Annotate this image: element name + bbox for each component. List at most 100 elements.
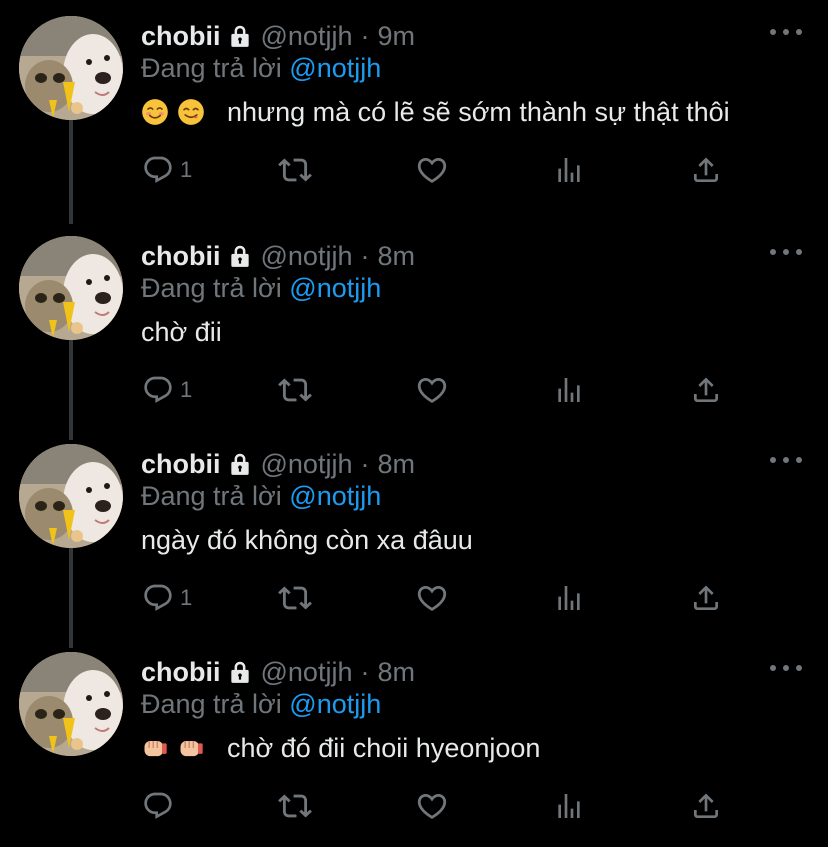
user-handle[interactable]: @notjjh (261, 654, 353, 690)
like-button[interactable] (415, 578, 449, 618)
share-icon (690, 582, 722, 614)
user-handle[interactable]: @notjjh (261, 446, 353, 482)
share-icon (690, 154, 722, 186)
yum-face-emoji (177, 98, 205, 126)
separator-dot: · (360, 241, 370, 271)
reply-count: 1 (180, 377, 193, 402)
replying-to-label: Đang trả lời (141, 481, 282, 511)
display-name[interactable]: chobii (141, 18, 221, 54)
tweet-text: chờ đó đii choii hyeonjoon (141, 728, 540, 768)
tweet-text: nhưng mà có lẽ sẽ sớm thành sự thật thôi (141, 92, 730, 132)
share-button[interactable] (690, 150, 722, 190)
lock-icon (227, 23, 253, 49)
analytics-icon (553, 374, 585, 406)
share-button[interactable] (690, 370, 722, 410)
tweet[interactable]: chobii @notjjh · 8m Đang trả lời @notjjh… (0, 636, 828, 844)
avatar[interactable] (19, 652, 123, 756)
like-button[interactable] (415, 786, 449, 826)
share-button[interactable] (690, 578, 722, 618)
fist-bump-emoji (141, 734, 169, 762)
analytics-icon (553, 790, 585, 822)
replying-to: Đang trả lời @notjjh (141, 478, 381, 514)
heart-icon (415, 153, 449, 187)
retweet-button[interactable] (278, 150, 312, 190)
more-icon[interactable] (770, 658, 802, 678)
reply-button[interactable]: 1 (142, 370, 192, 410)
heart-icon (415, 373, 449, 407)
mention-link[interactable]: @notjjh (289, 53, 381, 83)
separator-dot: · (360, 21, 370, 51)
smiling-face-emoji (141, 98, 169, 126)
display-name[interactable]: chobii (141, 654, 221, 690)
replying-to: Đang trả lời @notjjh (141, 270, 381, 306)
fist-bump-emoji (177, 734, 205, 762)
analytics-icon (553, 582, 585, 614)
replying-to: Đang trả lời @notjjh (141, 686, 381, 722)
retweet-button[interactable] (278, 578, 312, 618)
avatar[interactable] (19, 444, 123, 548)
reply-icon (142, 582, 174, 614)
heart-icon (415, 789, 449, 823)
tweet-text-content: nhưng mà có lẽ sẽ sớm thành sự thật thôi (227, 97, 730, 127)
like-button[interactable] (415, 150, 449, 190)
more-icon[interactable] (770, 242, 802, 262)
analytics-button[interactable] (553, 786, 585, 826)
display-name[interactable]: chobii (141, 446, 221, 482)
mention-link[interactable]: @notjjh (289, 689, 381, 719)
user-handle[interactable]: @notjjh (261, 18, 353, 54)
tweet[interactable]: chobii @notjjh · 9m Đang trả lời @notjjh… (0, 0, 828, 208)
analytics-button[interactable] (553, 578, 585, 618)
retweet-icon (278, 373, 312, 407)
retweet-icon (278, 789, 312, 823)
reply-icon (142, 790, 174, 822)
reply-icon (142, 154, 174, 186)
avatar[interactable] (19, 16, 123, 120)
reply-button[interactable]: 1 (142, 578, 192, 618)
replying-to-label: Đang trả lời (141, 273, 282, 303)
share-icon (690, 790, 722, 822)
action-bar: 1 (0, 150, 828, 190)
lock-icon (227, 243, 253, 269)
display-name[interactable]: chobii (141, 238, 221, 274)
tweet-header: chobii @notjjh · 8m (141, 238, 415, 274)
user-handle[interactable]: @notjjh (261, 238, 353, 274)
tweet[interactable]: chobii @notjjh · 8m Đang trả lời @notjjh… (0, 428, 828, 636)
replying-to-label: Đang trả lời (141, 689, 282, 719)
timestamp[interactable]: 8m (377, 654, 415, 690)
tweet-text-content: ngày đó không còn xa đâuu (141, 525, 473, 555)
replying-to: Đang trả lời @notjjh (141, 50, 381, 86)
retweet-button[interactable] (278, 786, 312, 826)
tweet-text-content: chờ đó đii choii hyeonjoon (227, 733, 541, 763)
timestamp[interactable]: 8m (377, 238, 415, 274)
analytics-button[interactable] (553, 150, 585, 190)
timestamp[interactable]: 8m (377, 446, 415, 482)
action-bar (0, 786, 828, 826)
reply-button[interactable]: 1 (142, 150, 192, 190)
lock-icon (227, 451, 253, 477)
more-icon[interactable] (770, 22, 802, 42)
tweet-header: chobii @notjjh · 8m (141, 446, 415, 482)
mention-link[interactable]: @notjjh (289, 273, 381, 303)
reply-count: 1 (180, 157, 193, 182)
retweet-icon (278, 153, 312, 187)
heart-icon (415, 581, 449, 615)
more-icon[interactable] (770, 450, 802, 470)
share-button[interactable] (690, 786, 722, 826)
analytics-button[interactable] (553, 370, 585, 410)
reply-button[interactable] (142, 786, 180, 826)
separator-dot: · (360, 449, 370, 479)
action-bar: 1 (0, 578, 828, 618)
mention-link[interactable]: @notjjh (289, 481, 381, 511)
timestamp[interactable]: 9m (377, 18, 415, 54)
retweet-button[interactable] (278, 370, 312, 410)
avatar[interactable] (19, 236, 123, 340)
separator-dot: · (360, 657, 370, 687)
tweet-text-content: chờ đii (141, 317, 222, 347)
reply-count: 1 (180, 585, 193, 610)
tweet-text: chờ đii (141, 312, 222, 352)
like-button[interactable] (415, 370, 449, 410)
retweet-icon (278, 581, 312, 615)
tweet[interactable]: chobii @notjjh · 8m Đang trả lời @notjjh… (0, 220, 828, 428)
analytics-icon (553, 154, 585, 186)
tweet-text: ngày đó không còn xa đâuu (141, 520, 473, 560)
